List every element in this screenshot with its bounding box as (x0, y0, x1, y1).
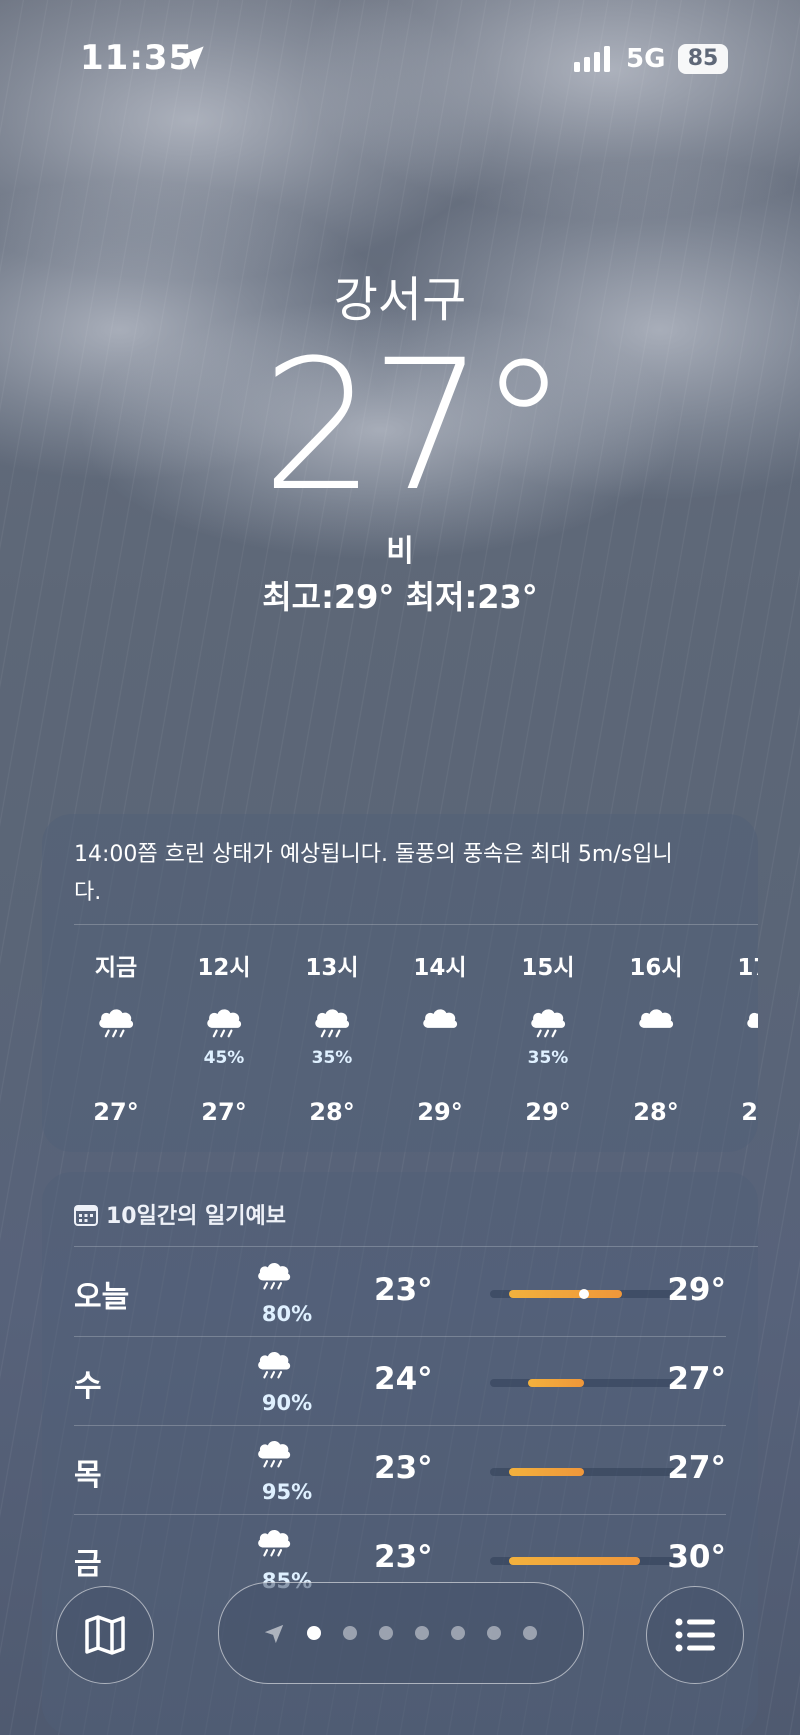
hour-item: 12시 45% 27° (170, 948, 278, 1126)
day-row[interactable]: 목 95% 23° 27° (74, 1426, 726, 1515)
day-label: 수 (74, 1369, 102, 1404)
network-type: 5G (626, 44, 666, 74)
day-row[interactable]: 오늘 80% 23° 29° (74, 1248, 726, 1337)
hour-label: 14시 (413, 955, 467, 981)
precip-chance: 35% (527, 1048, 569, 1068)
rain-cloud-icon (252, 1434, 322, 1478)
temperature-range-bar (490, 1289, 678, 1299)
calendar-icon (74, 1205, 98, 1226)
high-temperature: 27° (667, 1361, 726, 1397)
current-temperature: 27° (261, 322, 568, 531)
page-dot[interactable] (307, 1626, 321, 1640)
hour-label: 지금 (94, 955, 138, 981)
status-bar: 11:35 5G 85 (0, 0, 800, 110)
hour-label: 16시 (629, 955, 683, 981)
hour-temperature: 28° (741, 1098, 758, 1126)
hour-item: 16시 28° (602, 948, 710, 1126)
hour-temperature: 28° (633, 1098, 679, 1126)
rain-cloud-icon (252, 1256, 322, 1300)
hour-label: 12시 (197, 955, 251, 981)
page-dot[interactable] (523, 1626, 537, 1640)
map-icon (85, 1615, 125, 1655)
battery-indicator: 85 (678, 44, 728, 74)
day-row[interactable]: 수 90% 24° 27° (74, 1337, 726, 1426)
temperature-range-fill (527, 1379, 584, 1387)
cloud-icon (710, 1002, 758, 1076)
hour-item: 14시 29° (386, 948, 494, 1126)
list-icon (675, 1618, 715, 1652)
rain-cloud-icon (252, 1345, 322, 1389)
day-label: 금 (74, 1547, 102, 1582)
temperature-range-fill (508, 1557, 641, 1565)
map-button[interactable] (56, 1586, 154, 1684)
rain-cloud-icon (252, 1523, 322, 1567)
location-arrow-icon (180, 46, 204, 70)
day-label: 목 (74, 1458, 102, 1493)
hour-item: 17시 28° (710, 948, 758, 1126)
precip-chance: 45% (203, 1048, 245, 1068)
location-arrow-icon (264, 1624, 284, 1644)
ten-day-title: 10일간의 일기예보 (106, 1204, 286, 1229)
weather-condition: 비 (386, 534, 414, 569)
low-temperature: 23° (374, 1450, 433, 1486)
temperature-range-bar (490, 1557, 678, 1565)
rain-cloud-icon: 45% (170, 1002, 278, 1076)
temperature-range-bar (490, 1379, 678, 1387)
hour-item: 지금 27° (62, 948, 170, 1126)
page-dot[interactable] (451, 1626, 465, 1640)
forecast-summary: 14:00쯤 흐린 상태가 예상됩니다. 돌풍의 풍속은 최대 5m/s입니다. (74, 842, 673, 905)
hour-temperature: 27° (93, 1098, 139, 1126)
rain-cloud-icon: 35% (278, 1002, 386, 1076)
precip-chance: 80% (261, 1302, 313, 1326)
temperature-range-bar (490, 1468, 678, 1476)
page-dot[interactable] (343, 1626, 357, 1640)
hour-temperature: 27° (201, 1098, 247, 1126)
status-time: 11:35 (80, 38, 194, 78)
temperature-range-fill (508, 1290, 622, 1298)
ten-day-header: 10일간의 일기예보 (74, 1198, 286, 1230)
city-name: 강서구 (333, 272, 467, 328)
hour-label: 13시 (305, 955, 359, 981)
hourly-list[interactable]: 지금 27° 12시 45% 27° 13시 35% 28° 14시 29° 15시 35% 29° 16… (42, 948, 758, 1148)
cloud-icon (386, 1002, 494, 1076)
high-temperature: 27° (667, 1450, 726, 1486)
precip-chance: 90% (261, 1391, 313, 1415)
high-temperature: 30° (667, 1539, 726, 1575)
high-low-temperature: 최고:29° 최저:23° (262, 578, 538, 616)
page-dot[interactable] (379, 1626, 393, 1640)
day-label: 오늘 (74, 1280, 130, 1315)
low-temperature: 24° (374, 1361, 433, 1397)
city-list-button[interactable] (646, 1586, 744, 1684)
hour-item: 13시 35% 28° (278, 948, 386, 1126)
hour-label: 15시 (521, 955, 575, 981)
rain-cloud-icon: 35% (494, 1002, 602, 1076)
hour-temperature: 28° (309, 1098, 355, 1126)
precip-chance: 35% (311, 1048, 353, 1068)
hourly-forecast-card[interactable]: 14:00쯤 흐린 상태가 예상됩니다. 돌풍의 풍속은 최대 5m/s입니다.… (42, 814, 758, 1152)
temperature-range-fill (508, 1468, 584, 1476)
hour-temperature: 29° (417, 1098, 463, 1126)
cellular-signal-icon (574, 46, 610, 72)
divider (74, 924, 758, 925)
current-temp-dot (579, 1289, 589, 1299)
hour-label: 17시 (737, 955, 758, 981)
page-dot[interactable] (487, 1626, 501, 1640)
page-dot[interactable] (415, 1626, 429, 1640)
low-temperature: 23° (374, 1272, 433, 1308)
current-weather: 강서구 27° 비 최고:29° 최저:23° (0, 260, 800, 618)
low-temperature: 23° (374, 1539, 433, 1575)
page-indicator[interactable] (218, 1582, 584, 1684)
hour-item: 15시 35% 29° (494, 948, 602, 1126)
divider (74, 1246, 758, 1247)
hour-temperature: 29° (525, 1098, 571, 1126)
precip-chance: 95% (261, 1480, 313, 1504)
high-temperature: 29° (667, 1272, 726, 1308)
rain-cloud-icon (62, 1002, 170, 1076)
cloud-icon (602, 1002, 710, 1076)
